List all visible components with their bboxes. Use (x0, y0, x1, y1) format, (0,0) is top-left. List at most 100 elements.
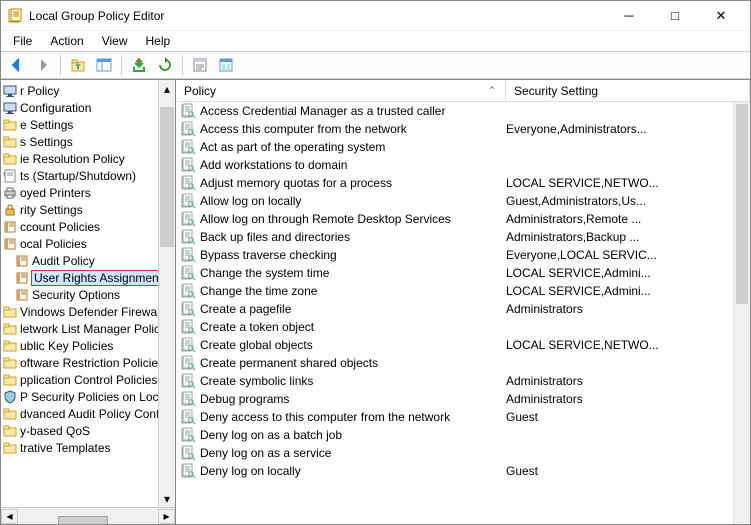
column-header-label: Policy (184, 84, 216, 98)
menu-action[interactable]: Action (42, 32, 91, 50)
scroll-thumb[interactable] (58, 516, 108, 524)
column-header-policy[interactable]: Policy ⌃ (176, 80, 506, 101)
folder-icon (3, 441, 17, 455)
policy-row[interactable]: Access Credential Manager as a trusted c… (176, 102, 750, 120)
policy-row[interactable]: Allow log on locallyGuest,Administrators… (176, 192, 750, 210)
tree-item-label: s Settings (20, 135, 73, 149)
computer-icon (3, 101, 17, 115)
tree-item-label: P Security Policies on Local C (20, 390, 175, 404)
tree-item[interactable]: r Policy (1, 82, 175, 99)
policy-row[interactable]: Allow log on through Remote Desktop Serv… (176, 210, 750, 228)
shield-icon (3, 390, 17, 404)
column-header-security[interactable]: Security Setting (506, 80, 750, 101)
menu-help[interactable]: Help (138, 32, 179, 50)
policy-row[interactable]: Create a token object (176, 318, 750, 336)
tree-item-label: Configuration (20, 101, 91, 115)
policy-row[interactable]: Act as part of the operating system (176, 138, 750, 156)
tree-item[interactable]: trative Templates (1, 439, 175, 456)
tree-item[interactable]: e Settings (1, 116, 175, 133)
tree-item[interactable]: Audit Policy (1, 252, 175, 269)
policy-icon (180, 301, 196, 317)
policy-row[interactable]: Change the system timeLOCAL SERVICE,Admi… (176, 264, 750, 282)
scroll-thumb[interactable] (736, 104, 748, 304)
policy-row[interactable]: Create symbolic linksAdministrators (176, 372, 750, 390)
maximize-button[interactable]: □ (652, 1, 698, 31)
scroll-down-icon[interactable]: ▾ (159, 490, 175, 507)
menu-file[interactable]: File (5, 32, 40, 50)
tree-item[interactable]: ie Resolution Policy (1, 150, 175, 167)
menu-view[interactable]: View (94, 32, 136, 50)
tree-item[interactable]: oyed Printers (1, 184, 175, 201)
policy-setting: Guest (506, 464, 750, 478)
policy-row[interactable]: Debug programsAdministrators (176, 390, 750, 408)
lock-icon (3, 203, 17, 217)
tree-item[interactable]: P Security Policies on Local C (1, 388, 175, 405)
policy-name: Create a token object (200, 320, 506, 334)
tree-item[interactable]: letwork List Manager Policie: (1, 320, 175, 337)
up-button[interactable] (66, 54, 90, 76)
policy-setting: LOCAL SERVICE,NETWO... (506, 176, 750, 190)
tree-item[interactable]: Security Options (1, 286, 175, 303)
policy-icon (180, 157, 196, 173)
policy-setting: Guest,Administrators,Us... (506, 194, 750, 208)
policy-icon (180, 409, 196, 425)
tree-item[interactable]: oftware Restriction Policies (1, 354, 175, 371)
properties-button[interactable] (188, 54, 212, 76)
tree-vertical-scrollbar[interactable]: ▴ ▾ (158, 80, 175, 507)
minimize-button[interactable]: ─ (606, 1, 652, 31)
policy-row[interactable]: Bypass traverse checkingEveryone,LOCAL S… (176, 246, 750, 264)
refresh-button[interactable] (153, 54, 177, 76)
policy-icon (180, 319, 196, 335)
tree-item[interactable]: ublic Key Policies (1, 337, 175, 354)
forward-button[interactable] (31, 54, 55, 76)
tree[interactable]: r Policy Configuratione Settings s Setting… (1, 80, 175, 507)
policy-name: Access this computer from the network (200, 122, 506, 136)
policy-setting: LOCAL SERVICE,Admini... (506, 266, 750, 280)
show-hide-tree-button[interactable] (92, 54, 116, 76)
policy-row[interactable]: Deny access to this computer from the ne… (176, 408, 750, 426)
policy-icon (180, 355, 196, 371)
folder-icon (3, 407, 17, 421)
policy-row[interactable]: Deny log on as a batch job (176, 426, 750, 444)
tree-item[interactable]: s Settings (1, 133, 175, 150)
folder-icon (3, 356, 17, 370)
policy-setting: Guest (506, 410, 750, 424)
scroll-thumb[interactable] (160, 107, 174, 247)
policy-row[interactable]: Create a pagefileAdministrators (176, 300, 750, 318)
policy-list[interactable]: Access Credential Manager as a trusted c… (176, 102, 750, 524)
filter-button[interactable] (214, 54, 238, 76)
policy-row[interactable]: Back up files and directoriesAdministrat… (176, 228, 750, 246)
policy-row[interactable]: Deny log on as a service (176, 444, 750, 462)
tree-item[interactable]: ocal Policies (1, 235, 175, 252)
policy-row[interactable]: Adjust memory quotas for a processLOCAL … (176, 174, 750, 192)
tree-item[interactable]: Vindows Defender Firewall w (1, 303, 175, 320)
tree-item[interactable]: rity Settings (1, 201, 175, 218)
tree-item[interactable]: y-based QoS (1, 422, 175, 439)
policy-row[interactable]: Access this computer from the networkEve… (176, 120, 750, 138)
policy-setting: LOCAL SERVICE,Admini... (506, 284, 750, 298)
export-button[interactable] (127, 54, 151, 76)
tree-item[interactable]: dvanced Audit Policy Confi( (1, 405, 175, 422)
tree-item[interactable]: ts (Startup/Shutdown) (1, 167, 175, 184)
close-button[interactable]: ✕ (698, 1, 744, 31)
tree-item[interactable]: User Rights Assignment (1, 269, 175, 286)
tree-item[interactable]: pplication Control Policies (1, 371, 175, 388)
list-vertical-scrollbar[interactable] (733, 102, 750, 524)
policy-row[interactable]: Create global objectsLOCAL SERVICE,NETWO… (176, 336, 750, 354)
policy-row[interactable]: Create permanent shared objects (176, 354, 750, 372)
scroll-up-icon[interactable]: ▴ (159, 80, 175, 97)
tree-item-label: ocal Policies (20, 237, 87, 251)
policy-row[interactable]: Add workstations to domain (176, 156, 750, 174)
tree-item[interactable]: Configuration (1, 99, 175, 116)
scroll-left-icon[interactable]: ◂ (1, 509, 18, 524)
policy-row[interactable]: Deny log on locallyGuest (176, 462, 750, 480)
policy-name: Allow log on locally (200, 194, 506, 208)
tree-pane: r Policy Configuratione Settings s Setting… (1, 80, 176, 524)
book-icon (3, 220, 17, 234)
tree-horizontal-scrollbar[interactable]: ◂ ▸ (1, 507, 175, 524)
tree-item[interactable]: ccount Policies (1, 218, 175, 235)
scroll-right-icon[interactable]: ▸ (158, 509, 175, 524)
back-button[interactable] (5, 54, 29, 76)
policy-row[interactable]: Change the time zoneLOCAL SERVICE,Admini… (176, 282, 750, 300)
book-icon (15, 288, 29, 302)
